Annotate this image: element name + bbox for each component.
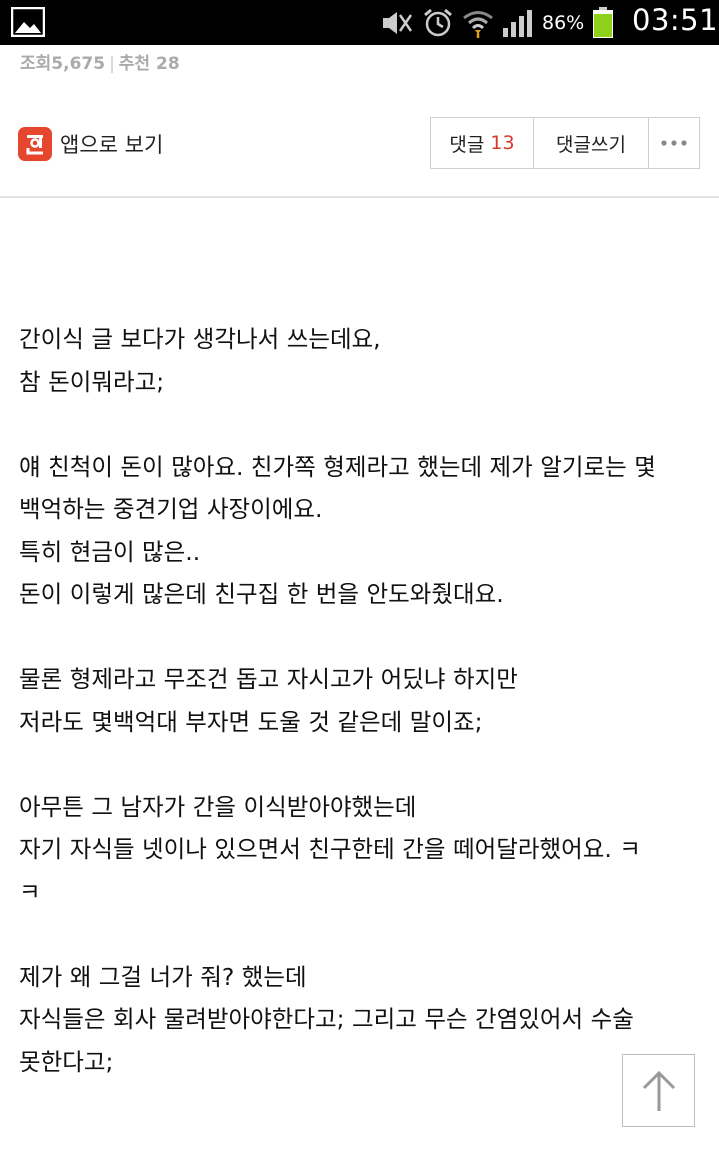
status-time: 03:51 <box>632 3 719 37</box>
comment-button-group: 댓글 13 댓글쓰기 <box>430 117 700 169</box>
article-line: 자식들은 회사 물려받아야한다고; 그리고 무슨 간염있어서 수술 <box>19 1005 634 1033</box>
article-line: 특히 현금이 많은.. <box>19 537 201 566</box>
recommend-count: 28 <box>156 54 180 74</box>
article-line: 얘 친척이 돈이 많아요. 친가쪽 형제라고 했는데 제가 알기로는 몇 <box>19 452 656 481</box>
more-options-button[interactable] <box>649 118 699 168</box>
article-line: 자기 자식들 넷이나 있으면서 친구한테 간을 떼어달라했어요. ㅋ <box>19 835 641 863</box>
article-line: 참 돈이뭐라고; <box>19 367 165 396</box>
recommend-label: 추천 <box>118 54 151 74</box>
comments-label: 댓글 <box>449 133 485 156</box>
gallery-icon <box>11 7 45 37</box>
battery-icon <box>593 7 614 38</box>
article-line: 돈이 이렇게 많은데 친구집 한 번을 안도와줬대요. <box>19 580 504 608</box>
article-line: ㅋ <box>19 877 41 906</box>
write-comment-button[interactable]: 댓글쓰기 <box>534 118 649 168</box>
article-line: 간이식 글 보다가 생각나서 쓰는데요, <box>19 325 381 353</box>
article-line: 저라도 몇백억대 부자면 도울 것 같은데 말이죠; <box>19 707 483 736</box>
alarm-icon <box>424 8 452 37</box>
write-comment-label: 댓글쓰기 <box>556 133 626 156</box>
more-icon <box>661 140 687 146</box>
article-blank-line <box>19 403 709 446</box>
battery-percent: 86% <box>542 12 585 34</box>
article-line: 못한다고; <box>19 1047 114 1076</box>
article-line: 제가 왜 그걸 너가 줘? 했는데 <box>19 962 307 991</box>
views-count: 5,675 <box>51 54 106 74</box>
arrow-up-icon <box>642 1070 675 1111</box>
mute-icon <box>383 12 413 34</box>
app-view-label: 앱으로 보기 <box>60 133 164 157</box>
status-icons: 86% <box>380 7 614 39</box>
status-bar: 86% 03:51 <box>0 0 719 45</box>
toolbar-divider <box>0 196 719 198</box>
article-blank-line <box>19 913 709 956</box>
app-view-link[interactable]: 앱으로 보기 <box>18 127 163 161</box>
signal-icon <box>503 10 532 37</box>
article-blank-line <box>19 616 709 659</box>
article-line: 백억하는 중견기업 사장이에요. <box>19 495 323 523</box>
article-body: 간이식 글 보다가 생각나서 쓰는데요, 참 돈이뭐라고; 얘 친척이 돈이 많아요… <box>19 318 709 1083</box>
stats-separator: | <box>109 54 115 74</box>
scroll-to-top-button[interactable] <box>622 1054 695 1127</box>
article-blank-line <box>19 743 709 786</box>
wifi-icon <box>463 11 493 38</box>
app-logo-icon <box>18 127 52 161</box>
comments-button[interactable]: 댓글 13 <box>431 118 534 168</box>
comments-count: 13 <box>490 132 515 154</box>
article-line: 물론 형제라고 무조건 돕고 자시고가 어딨냐 하지만 <box>19 665 518 693</box>
article-toolbar: 앱으로 보기 댓글 13 댓글쓰기 <box>0 116 719 172</box>
post-stats: 조회5,675 | 추천 28 <box>20 49 180 74</box>
views-label: 조회 <box>20 54 52 74</box>
article-line: 아무튼 그 남자가 간을 이식받아야했는데 <box>19 792 417 821</box>
